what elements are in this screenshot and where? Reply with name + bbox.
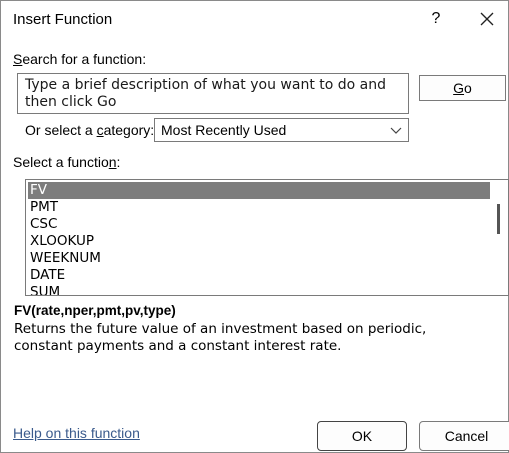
list-item[interactable]: CSC xyxy=(28,216,490,233)
category-label: Or select a category: xyxy=(25,122,155,138)
search-label: Search for a function: xyxy=(13,51,147,67)
close-button[interactable] xyxy=(467,3,507,35)
list-item[interactable]: SUM xyxy=(28,284,490,295)
list-item[interactable]: PMT xyxy=(28,199,490,216)
function-description: Returns the future value of an investmen… xyxy=(14,321,427,354)
close-icon xyxy=(480,12,494,26)
select-function-label: Select a function: xyxy=(13,154,121,170)
scrollbar-thumb[interactable] xyxy=(497,204,500,234)
category-select[interactable]: Most Recently Used xyxy=(154,118,409,142)
dialog-title: Insert Function xyxy=(13,11,113,28)
list-item[interactable]: XLOOKUP xyxy=(28,233,490,250)
search-input[interactable]: Type a brief description of what you wan… xyxy=(17,73,409,114)
function-list[interactable]: FV PMT CSC XLOOKUP WEEKNUM DATE SUM xyxy=(25,179,509,296)
title-bar: Insert Function ? xyxy=(1,1,508,39)
chevron-down-icon xyxy=(384,119,408,141)
help-on-function-link[interactable]: Help on this function xyxy=(13,425,140,441)
list-item[interactable]: DATE xyxy=(28,267,490,284)
help-button[interactable]: ? xyxy=(419,3,453,35)
go-button[interactable]: Go xyxy=(419,75,506,101)
cancel-button[interactable]: Cancel xyxy=(419,421,509,451)
ok-button[interactable]: OK xyxy=(317,421,407,451)
function-signature: FV(rate,nper,pmt,pv,type) xyxy=(14,303,176,318)
list-item[interactable]: WEEKNUM xyxy=(28,250,490,267)
category-selected-value: Most Recently Used xyxy=(161,122,287,138)
list-item[interactable]: FV xyxy=(28,182,490,199)
list-scrollbar[interactable] xyxy=(492,182,506,293)
insert-function-dialog: Insert Function ? Search for a function:… xyxy=(0,0,509,453)
